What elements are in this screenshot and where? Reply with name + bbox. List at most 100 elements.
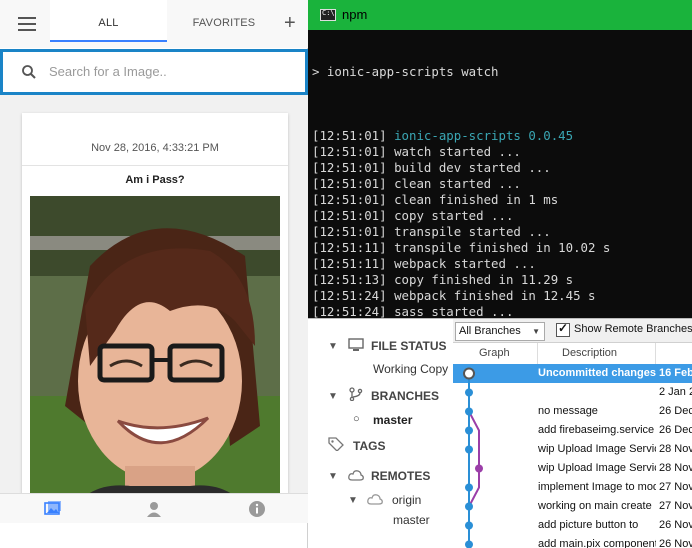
image-card[interactable]: Nov 28, 2016, 4:33:21 PM Am i Pass? [22,113,288,493]
commit-date: 2 Jan 2 [659,386,692,398]
console-command: > ionic-app-scripts watch [312,64,499,79]
show-remote-checkbox[interactable] [556,321,570,337]
sidebar-remote-master[interactable]: master [393,513,430,527]
chevron-down-icon[interactable]: ▼ [348,495,358,506]
commit-date: 26 Dec [659,424,692,436]
commit-node [465,540,473,548]
column-description[interactable]: Description [538,343,656,364]
console-timestamp: [12:51:01] [312,128,395,143]
graph-branch-line [468,411,480,507]
search-input[interactable] [49,58,289,84]
console-timestamp: [12:51:01] [312,176,395,191]
card-title: Am i Pass? [125,174,185,186]
commit-description: add picture button to [538,519,639,531]
chevron-down-icon[interactable]: ▼ [328,391,338,402]
console-line: [12:51:01] copy started ... [312,208,690,224]
npm-titlebar[interactable]: npm [308,0,692,30]
console-line: [12:51:11] transpile finished in 10.02 s [312,240,690,256]
image-feed: Nov 28, 2016, 4:33:21 PM Am i Pass? [0,95,308,493]
console-timestamp: [12:51:01] [312,208,395,223]
commit-node [465,445,473,454]
sidebar-remotes[interactable]: REMOTES [371,469,430,483]
console-message: webpack finished in 12.45 s [394,288,596,303]
console-line: [12:51:01] ionic-app-scripts 0.0.45 [312,128,690,144]
divider [22,165,288,166]
info-icon[interactable] [248,500,266,518]
commit-description: wip Upload Image Service [538,462,656,474]
console-line: [12:51:01] transpile started ... [312,224,690,240]
commit-node [465,426,473,435]
commit-description: implement Image to mode [538,481,656,493]
column-graph[interactable]: Graph [453,343,538,364]
commit-date: 26 Dec [659,405,692,417]
sidebar-branch-master[interactable]: master [373,413,412,427]
sidebar-remote-origin[interactable]: origin [392,493,421,507]
console-timestamp: [12:51:24] [312,288,395,303]
author-name-placeholder [74,125,169,137]
commit-description: no message [538,405,598,417]
commit-log: Uncommitted changes16 Feb⎇ master⎇ origi… [453,364,692,548]
console-timestamp: [12:51:13] [312,272,395,287]
console-message: copy finished in 11.29 s [394,272,574,287]
commit-node [465,502,473,511]
branch-filter-select[interactable]: All Branches ▼ [455,322,545,341]
sim-portrait-image [30,196,280,493]
sourcetree-window: ▼ FILE STATUS Working Copy ▼ BRANCHES ○ … [308,318,692,548]
column-date[interactable] [656,343,692,364]
console-line: [12:51:13] copy finished in 11.29 s [312,272,690,288]
chevron-down-icon[interactable]: ▼ [328,471,338,482]
console-timestamp: [12:51:11] [312,256,395,271]
console-timestamp: [12:51:01] [312,144,395,159]
sidebar-file-status[interactable]: FILE STATUS [371,339,447,353]
add-button[interactable]: + [284,12,296,35]
commit-date: 28 Nov [659,443,692,455]
console-line: [12:51:24] webpack finished in 12.45 s [312,288,690,304]
ionic-app-window: ALL FAVORITES + Nov 28, 2016, 4:33:21 PM… [0,0,308,548]
card-photo [30,196,280,493]
tab-favorites[interactable]: FAVORITES [168,0,280,42]
console-timestamp: [12:51:01] [312,192,395,207]
commit-node [463,367,475,380]
app-header: ALL FAVORITES + [0,0,308,48]
sidebar-working-copy[interactable]: Working Copy [373,362,448,376]
console-message: copy started ... [394,208,514,223]
images-icon[interactable] [44,500,62,518]
desktop: ALL FAVORITES + Nov 28, 2016, 4:33:21 PM… [0,0,692,548]
commit-graph [463,367,483,548]
npm-title: npm [342,7,368,22]
menu-icon[interactable] [18,17,36,31]
person-icon[interactable] [145,500,163,518]
sidebar-branches[interactable]: BRANCHES [371,389,439,403]
console-line: [12:51:01] watch started ... [312,144,690,160]
console-message: transpile started ... [394,224,551,239]
console-line: [12:51:01] clean started ... [312,176,690,192]
card-date: Nov 28, 2016, 4:33:21 PM [91,142,219,154]
commit-description: Uncommitted changes [538,367,656,379]
console-timestamp: [12:51:11] [312,240,395,255]
sidebar-tags[interactable]: TAGS [353,439,385,453]
cloud-icon [348,470,364,481]
monitor-icon [348,338,364,351]
commit-date: 26 Nov [659,538,692,548]
commit-node [465,407,473,416]
console-message: watch started ... [394,144,521,159]
commit-node [465,483,473,492]
chevron-down-icon: ▼ [532,327,540,336]
console-line: [12:51:11] webpack started ... [312,256,690,272]
chevron-down-icon[interactable]: ▼ [328,341,338,352]
commit-description: wip Upload Image Service [538,443,656,455]
commit-date: 27 Nov [659,481,692,493]
commit-description: add firebaseimg.service [538,424,655,436]
console-line: [12:51:01] build dev started ... [312,160,690,176]
console-message: transpile finished in 10.02 s [394,240,611,255]
commit-date: 27 Nov [659,500,692,512]
search-bar [0,49,308,95]
console-message: clean started ... [394,176,521,191]
bottom-tabbar [0,493,308,523]
tab-all[interactable]: ALL [50,0,167,42]
commit-description: working on main create [538,500,652,512]
cloud-icon [367,494,383,505]
console-message: ionic-app-scripts 0.0.45 [394,128,574,143]
current-branch-icon: ○ [353,413,360,425]
npm-console-window: npm > ionic-app-scripts watch [12:51:01]… [308,0,692,367]
